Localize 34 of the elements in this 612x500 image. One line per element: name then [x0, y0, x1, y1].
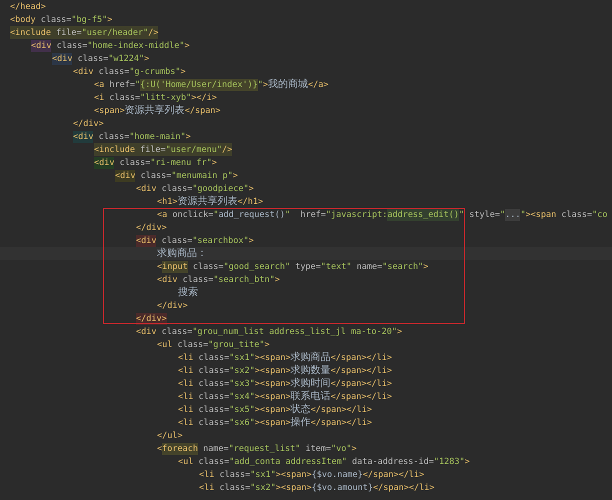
- code-line: <div class="goodpiece">: [136, 182, 254, 195]
- code-line: <foreach name="request_list" item="vo">: [157, 442, 357, 455]
- code-line: </head>: [10, 0, 46, 13]
- code-line: <i class="litt-xyb"></i>: [94, 92, 217, 104]
- code-line: <body class="bg-f5">: [10, 14, 112, 26]
- code-line: </ul>: [157, 430, 183, 442]
- code-line: <li class="sx2"><span>{$vo.amount}</span></li>: [199, 482, 434, 494]
- code-line: <a href="{:U('Home/User/index')}">我的商城</a>: [94, 78, 329, 91]
- code-line: <li class="sx1"><span>{$vo.name}</span></li>: [199, 468, 424, 481]
- code-line: <div class="grou_num_list address_list_jl ma-to-20">: [136, 326, 402, 338]
- code-line: <div class="g-crumbs">: [73, 66, 186, 78]
- code-line: <li class="sx2"><span>求购数量</span></li>: [178, 364, 392, 377]
- code-line: </div>: [73, 118, 104, 130]
- code-line: <a onclick="add_request()" href="javascript:address_edit()" style="..."><span class="co: [157, 208, 608, 221]
- code-line: <span>资源共享列表</span>: [94, 104, 221, 117]
- code-line: <div class="searchbox">: [136, 234, 254, 247]
- code-line: <ul class="add_conta addressItem" data-address-id="1283">: [178, 456, 470, 468]
- code-line: <li class="sx6"><span>操作</span></li>: [178, 416, 372, 429]
- code-line: <div class="ri-menu fr">: [94, 156, 217, 169]
- code-line: <ul class="grou_tite">: [157, 338, 270, 351]
- code-line: <div class="search_btn">: [157, 274, 280, 286]
- code-line: <li class="sx5"><span>状态</span></li>: [178, 403, 372, 416]
- code-line: <li class="sx1"><span>求购商品</span></li>: [178, 351, 392, 364]
- code-line: <div class="home-index-middle">: [31, 39, 190, 52]
- code-line: </div>: [136, 222, 167, 234]
- code-line: <div class="home-main">: [73, 130, 191, 143]
- code-line: <li class="sx3"><span>求购时间</span></li>: [178, 377, 392, 390]
- code-line: 搜索: [178, 286, 198, 299]
- code-line: <h1>资源共享列表</h1>: [157, 195, 264, 208]
- code-line: <input class="good_search" type="text" name="search">: [157, 260, 428, 273]
- code-line: <li class="sx4"><span>联系电话</span></li>: [178, 390, 392, 403]
- code-line: </div>: [157, 300, 188, 312]
- code-line: <div class="menumain p">: [115, 169, 238, 182]
- code-line: <div class="w1224">: [52, 52, 150, 65]
